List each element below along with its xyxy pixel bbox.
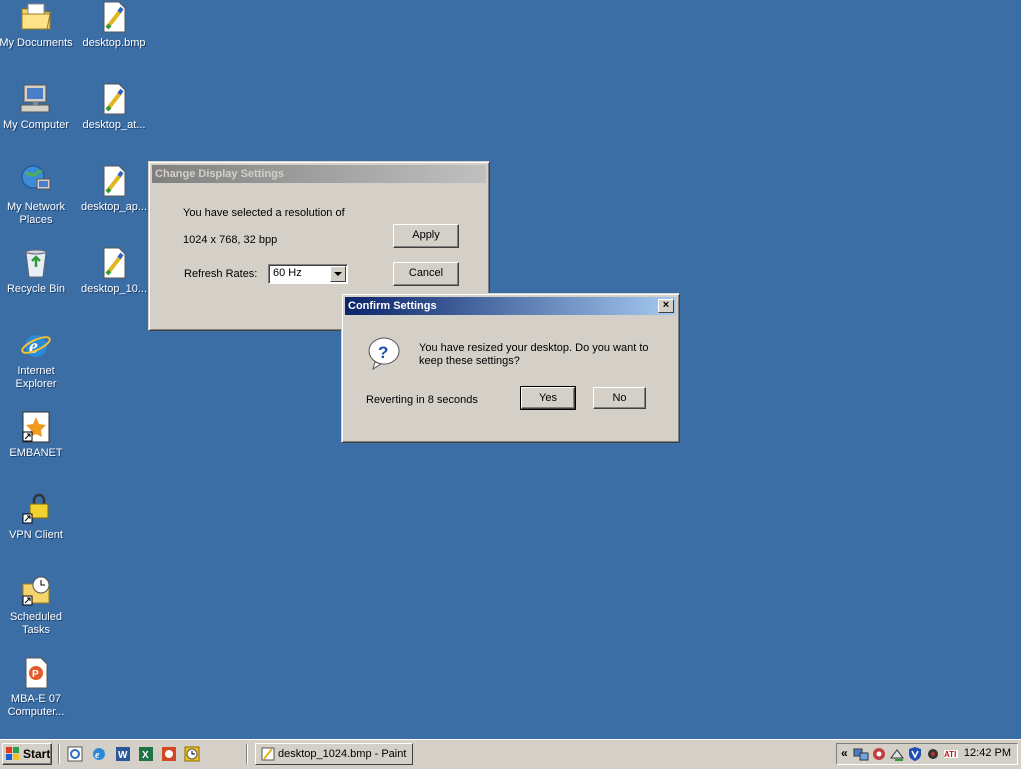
resolution-value-text: 1024 x 768, 32 bpp	[183, 234, 278, 246]
dialog-title: Confirm Settings ×	[345, 297, 676, 315]
quicklaunch-excel-icon[interactable]: X	[138, 746, 154, 762]
taskbar-item-label: desktop_1024.bmp - Paint	[278, 748, 407, 760]
desktop-icon-label: Scheduled Tasks	[10, 611, 62, 636]
no-button[interactable]: No	[593, 387, 646, 409]
desktop-icon-internet-explorer[interactable]: e Internet Explorer	[0, 328, 74, 391]
powerpoint-file-icon: P	[19, 656, 53, 690]
svg-text:W: W	[118, 750, 128, 761]
network-icon	[19, 164, 53, 198]
desktop-icon-scheduled-tasks[interactable]: Scheduled Tasks	[0, 574, 74, 637]
clock[interactable]: 12:42 PM	[964, 747, 1011, 759]
revert-countdown-text: Reverting in 8 seconds	[366, 394, 478, 406]
taskbar-separator	[246, 744, 248, 764]
start-button[interactable]: Start	[2, 743, 52, 765]
internet-explorer-icon: e	[19, 328, 53, 362]
hardware-tray-icon[interactable]	[889, 746, 905, 762]
scheduled-tasks-icon	[19, 574, 53, 608]
start-label: Start	[23, 747, 51, 761]
paint-icon	[260, 746, 276, 762]
desktop-icon-my-computer[interactable]: My Computer	[0, 82, 74, 132]
quicklaunch-separator	[58, 744, 60, 764]
quicklaunch-internet-explorer-icon[interactable]: e	[91, 746, 107, 762]
desktop-icon-label: My Computer	[2, 119, 70, 131]
quicklaunch-refresh-icon[interactable]	[67, 746, 83, 762]
desktop-icon-label: EMBANET	[9, 447, 63, 459]
desktop-icon-desktop-ap[interactable]: desktop_ap...	[76, 164, 152, 214]
bitmap-file-icon	[97, 246, 131, 280]
svg-text:e: e	[95, 750, 100, 761]
desktop-icon-label: My Documents	[0, 37, 73, 49]
embanet-shortcut-icon	[19, 410, 53, 444]
dialog-title: Change Display Settings	[152, 165, 486, 183]
resolution-intro-text: You have selected a resolution of	[183, 207, 345, 219]
vpn-lock-icon	[19, 492, 53, 526]
bitmap-file-icon	[97, 82, 131, 116]
confirm-settings-dialog: Confirm Settings × ? You have resized yo…	[341, 293, 680, 443]
system-tray: « ATI 12:42 PM	[836, 743, 1018, 765]
quicklaunch-clock-icon[interactable]	[184, 746, 200, 762]
desktop-icon-embanet[interactable]: EMBANET	[0, 410, 74, 460]
ati-tray-icon[interactable]: ATI	[943, 746, 959, 762]
taskbar: Start e W X desktop_1024.bmp - Paint « A…	[0, 739, 1021, 769]
tray-chevron-icon[interactable]: «	[841, 746, 848, 760]
close-icon[interactable]: ×	[658, 299, 674, 313]
svg-text:P: P	[32, 669, 39, 680]
desktop-icon-vpn-client[interactable]: VPN Client	[0, 492, 74, 542]
svg-text:?: ?	[378, 343, 388, 362]
desktop-icon-label: MBA-E 07 Computer...	[7, 693, 65, 718]
refresh-rate-select[interactable]: 60 Hz	[268, 264, 348, 284]
yes-button[interactable]: Yes	[520, 386, 576, 410]
svg-text:X: X	[142, 750, 149, 761]
desktop-icon-recycle-bin[interactable]: Recycle Bin	[0, 246, 74, 296]
desktop-icon-desktop-10[interactable]: desktop_10...	[76, 246, 152, 296]
desktop-icon-label: VPN Client	[9, 529, 63, 541]
windows-logo-icon	[6, 747, 20, 761]
computer-icon	[19, 82, 53, 116]
security-tray-icon[interactable]	[871, 746, 887, 762]
refresh-rate-value: 60 Hz	[273, 267, 302, 279]
dialog-title-text: Confirm Settings	[348, 300, 437, 312]
taskbar-item-paint[interactable]: desktop_1024.bmp - Paint	[255, 743, 413, 765]
desktop-icon-label: desktop_10...	[80, 283, 148, 295]
desktop-icon-label: My Network Places	[6, 201, 66, 226]
desktop-icon-label: desktop.bmp	[82, 37, 146, 49]
folder-icon	[19, 0, 53, 34]
desktop-icon-label: desktop_at...	[82, 119, 146, 131]
cancel-button[interactable]: Cancel	[393, 262, 459, 286]
apply-button[interactable]: Apply	[393, 224, 459, 248]
network-tray-icon[interactable]	[853, 746, 869, 762]
question-icon: ?	[367, 336, 401, 371]
bitmap-file-icon	[97, 0, 131, 34]
desktop-icon-label: desktop_ap...	[80, 201, 148, 213]
svg-text:ATI: ATI	[944, 750, 956, 759]
shield-icon[interactable]	[907, 746, 923, 762]
refresh-rates-label: Refresh Rates:	[184, 268, 258, 280]
desktop-icon-label: Internet Explorer	[15, 365, 57, 390]
confirm-message-line1: You have resized your desktop. Do you wa…	[419, 342, 649, 354]
desktop-icon-desktop-at[interactable]: desktop_at...	[76, 82, 152, 132]
confirm-message-line2: keep these settings?	[419, 355, 520, 367]
desktop-icon-my-network-places[interactable]: My Network Places	[0, 164, 74, 227]
desktop-icon-desktop-bmp[interactable]: desktop.bmp	[76, 0, 152, 50]
desktop-icon-label: Recycle Bin	[6, 283, 66, 295]
chevron-down-icon[interactable]	[330, 266, 346, 282]
bitmap-file-icon	[97, 164, 131, 198]
quicklaunch-powerpoint-icon[interactable]	[161, 746, 177, 762]
settings-tray-icon[interactable]	[925, 746, 941, 762]
recycle-bin-icon	[19, 246, 53, 280]
quicklaunch-word-icon[interactable]: W	[115, 746, 131, 762]
desktop-icon-my-documents[interactable]: My Documents	[0, 0, 74, 50]
desktop-icon-mba-file[interactable]: P MBA-E 07 Computer...	[0, 656, 74, 719]
